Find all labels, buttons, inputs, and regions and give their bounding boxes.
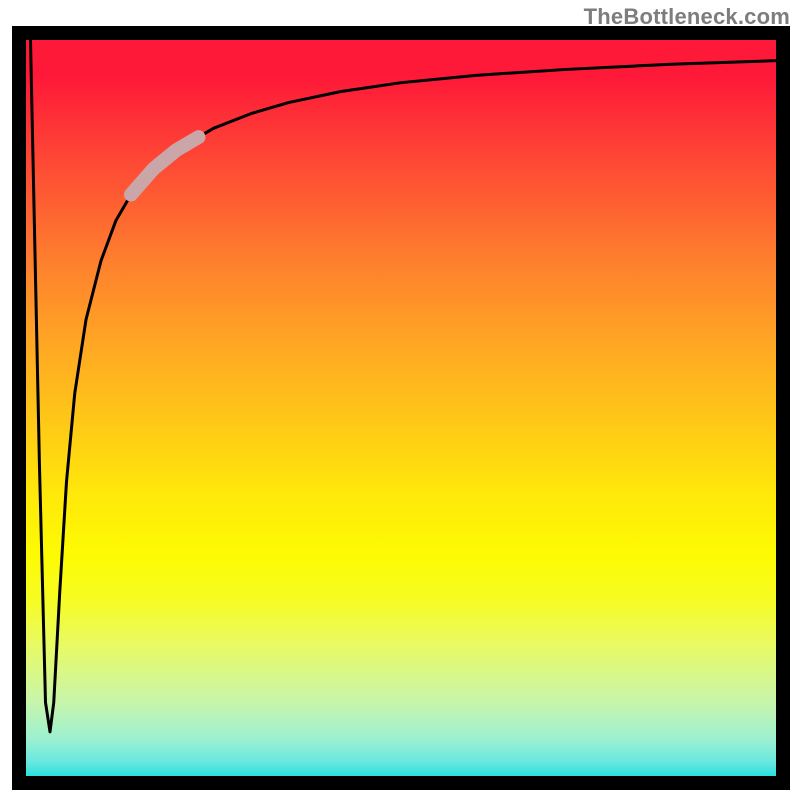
highlight-segment [131, 137, 199, 194]
chart-frame [12, 26, 790, 790]
bottleneck-curve [31, 40, 777, 732]
plot-area [26, 40, 776, 776]
chart-stage: TheBottleneck.com [0, 0, 800, 800]
curve-svg [26, 40, 776, 776]
